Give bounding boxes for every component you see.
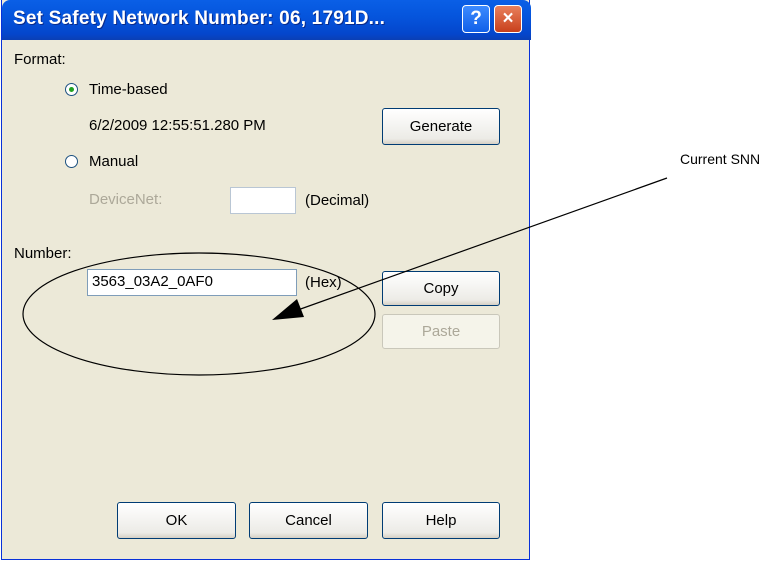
callout-ellipse — [22, 252, 376, 376]
callout-arrowhead — [272, 299, 304, 320]
callout-overlay — [22, 177, 668, 376]
callout-arrow-line — [294, 177, 668, 312]
